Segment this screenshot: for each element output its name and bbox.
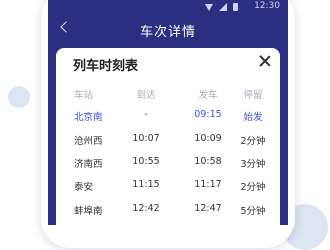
close-icon[interactable] (259, 55, 271, 67)
station-cell: 济南西 (74, 159, 103, 170)
depart-cell: 11:17 (194, 179, 222, 190)
arrive-cell: 10:07 (132, 133, 160, 144)
column-header-stay: 停留 (243, 90, 263, 101)
station-cell: 蚌埠南 (74, 206, 103, 217)
timetable-dialog: 列车时刻表 车站 到达 发车 停留 北京南 - 09:15 始发 沧州西 10:… (56, 48, 280, 225)
table-row: 济南西 10:55 10:58 3分钟 (56, 156, 280, 170)
stay-cell: 5分钟 (240, 206, 266, 217)
station-cell: 沧州西 (74, 136, 103, 147)
column-header-arrive: 到达 (136, 90, 156, 101)
stay-cell: 始发 (243, 112, 263, 123)
stay-cell: 2分钟 (240, 182, 266, 193)
arrive-cell: 10:55 (132, 156, 160, 167)
wifi-icon (205, 3, 213, 11)
stay-cell: 3分钟 (240, 159, 266, 170)
depart-cell: 10:58 (194, 156, 222, 167)
depart-cell: 10:09 (194, 133, 222, 144)
dialog-title: 列车时刻表 (73, 59, 139, 74)
nav-bar: 车次详情 (48, 16, 288, 42)
station-cell: 泰安 (74, 182, 94, 193)
column-header-station: 车站 (74, 90, 94, 101)
table-row: 泰安 11:15 11:17 2分钟 (56, 179, 280, 193)
column-header-depart: 发车 (198, 90, 218, 101)
status-time: 12:30 (254, 1, 280, 11)
table-header: 车站 到达 发车 停留 (56, 87, 280, 101)
arrive-cell: - (144, 109, 148, 120)
depart-cell: 12:47 (194, 203, 222, 214)
status-bar: 12:30 (48, 0, 288, 14)
table-row: 沧州西 10:07 10:09 2分钟 (56, 133, 280, 147)
signal-icon (219, 3, 227, 11)
arrive-cell: 12:42 (132, 203, 160, 214)
battery-icon (233, 3, 238, 11)
page-title: 车次详情 (139, 25, 196, 40)
table-row: 北京南 - 09:15 始发 (56, 109, 280, 123)
decorative-blob (8, 86, 30, 108)
arrive-cell: 11:15 (132, 179, 160, 190)
status-icons (205, 3, 238, 11)
depart-cell: 09:15 (194, 109, 222, 120)
station-cell: 北京南 (74, 112, 103, 123)
phone-screen: 12:30 车次详情 列车时刻表 车站 到达 发车 停留 北京南 - 09:15… (48, 0, 288, 225)
stay-cell: 2分钟 (240, 136, 266, 147)
table-row: 蚌埠南 12:42 12:47 5分钟 (56, 203, 280, 217)
